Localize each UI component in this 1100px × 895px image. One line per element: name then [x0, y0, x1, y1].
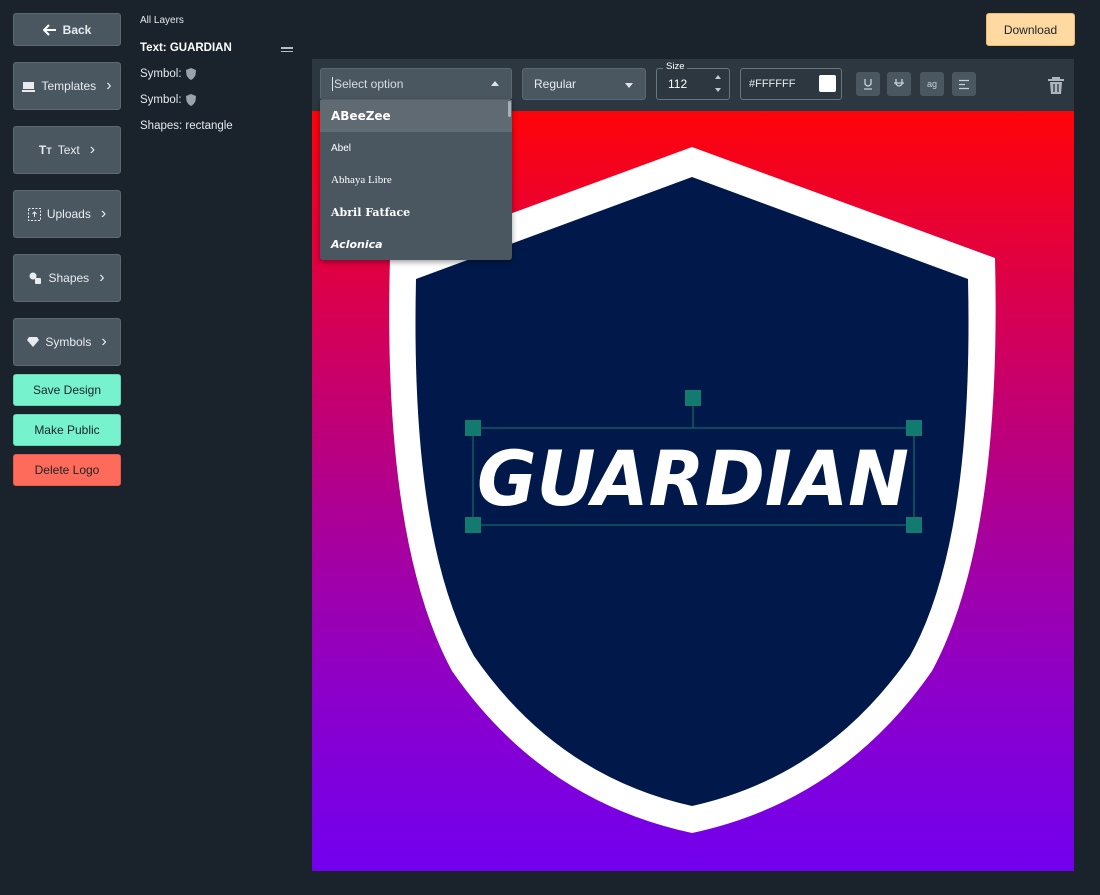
layer-item-shape[interactable]: Shapes: rectangle [140, 120, 233, 132]
font-option[interactable]: Abel [320, 132, 512, 164]
chevron-right-icon: › [101, 333, 107, 350]
trash-icon[interactable] [1047, 76, 1065, 94]
layer-label: Symbol: [140, 94, 182, 106]
text-label: Text [57, 143, 80, 157]
font-dropdown: ABeeZee Abel Abhaya Libre Abril Fatface … [320, 100, 512, 260]
download-button[interactable]: Download [986, 13, 1075, 46]
underline-button[interactable] [856, 72, 880, 96]
strikethrough-button[interactable] [887, 72, 911, 96]
symbols-label: Symbols [45, 335, 92, 349]
shapes-icon [29, 272, 42, 284]
text-cursor [332, 77, 333, 91]
shapes-button[interactable]: Shapes › [13, 254, 121, 302]
diamond-icon [27, 337, 40, 347]
shield-icon [185, 94, 196, 106]
make-public-button[interactable]: Make Public [13, 414, 121, 446]
layer-item-symbol[interactable]: Symbol: [140, 68, 196, 80]
back-button[interactable]: Back [13, 13, 121, 46]
arrow-left-icon [42, 23, 56, 36]
back-label: Back [62, 22, 92, 37]
layers-title: All Layers [140, 15, 184, 26]
font-option-label: ABeeZee [331, 109, 391, 123]
uploads-label: Uploads [46, 207, 91, 221]
layer-label: Shapes: rectangle [140, 120, 233, 132]
font-option[interactable]: Abhaya Libre [320, 164, 512, 196]
chevron-right-icon: › [99, 269, 105, 286]
underline-icon [864, 79, 872, 90]
resize-handle-bottom-right[interactable] [906, 517, 922, 533]
chevron-right-icon: › [106, 77, 112, 94]
logo-text[interactable]: GUARDIAN [477, 434, 909, 523]
align-left-icon [959, 79, 969, 89]
resize-handle-top-left[interactable] [465, 420, 481, 436]
layer-item-symbol[interactable]: Symbol: [140, 94, 196, 106]
chevron-right-icon: › [89, 141, 96, 158]
rotate-handle[interactable] [685, 390, 701, 406]
font-select[interactable]: Select option [320, 68, 512, 100]
strikethrough-icon [894, 79, 904, 87]
text-icon: TT [38, 143, 52, 157]
make-public-label: Make Public [34, 423, 100, 437]
resize-handle-bottom-left[interactable] [465, 517, 481, 533]
font-option-label: Abril Fatface [331, 205, 411, 219]
uploads-button[interactable]: Uploads › [13, 190, 121, 238]
templates-button[interactable]: Templates › [13, 62, 121, 110]
font-option[interactable]: Aclonica [320, 228, 512, 260]
color-swatch[interactable] [819, 75, 836, 92]
templates-label: Templates [41, 79, 97, 93]
delete-logo-label: Delete Logo [34, 463, 100, 477]
symbols-button[interactable]: Symbols › [13, 318, 121, 366]
drag-handle-icon[interactable] [281, 45, 293, 54]
text-button[interactable]: TT Text › [13, 126, 121, 174]
font-weight-select[interactable]: Regular [522, 68, 646, 100]
save-design-label: Save Design [32, 383, 102, 397]
font-weight-value: Regular [534, 77, 577, 91]
font-select-placeholder: Select option [334, 77, 404, 91]
font-option[interactable]: ABeeZee [320, 100, 512, 132]
delete-logo-button[interactable]: Delete Logo [13, 454, 121, 486]
increment-icon[interactable] [713, 73, 723, 81]
font-option[interactable]: Abril Fatface [320, 196, 512, 228]
resize-handle-top-right[interactable] [906, 420, 922, 436]
font-option-label: Abhaya Libre [331, 174, 392, 186]
templates-icon [22, 81, 36, 92]
text-case-button[interactable]: ag [920, 72, 944, 96]
layer-label: Symbol: [140, 68, 182, 80]
font-option-label: Aclonica [331, 237, 383, 251]
upload-icon [27, 207, 41, 221]
save-design-button[interactable]: Save Design [13, 374, 121, 406]
font-size-label: Size [663, 61, 688, 73]
layer-item-text[interactable]: Text: GUARDIAN [140, 42, 232, 54]
shapes-label: Shapes [48, 271, 90, 285]
align-button[interactable] [952, 72, 976, 96]
dropdown-scrollbar[interactable] [508, 101, 511, 117]
layer-label: Text: GUARDIAN [140, 42, 232, 54]
download-label: Download [1003, 22, 1058, 37]
decrement-icon[interactable] [713, 86, 723, 94]
shield-icon [185, 68, 196, 80]
text-case-label: ag [926, 79, 937, 89]
caret-down-icon [625, 83, 633, 88]
color-value: #FFFFFF [749, 78, 796, 90]
font-size-value: 112 [668, 77, 688, 91]
font-option-label: Abel [331, 142, 352, 154]
caret-up-icon [491, 81, 499, 86]
chevron-right-icon: › [100, 205, 107, 222]
